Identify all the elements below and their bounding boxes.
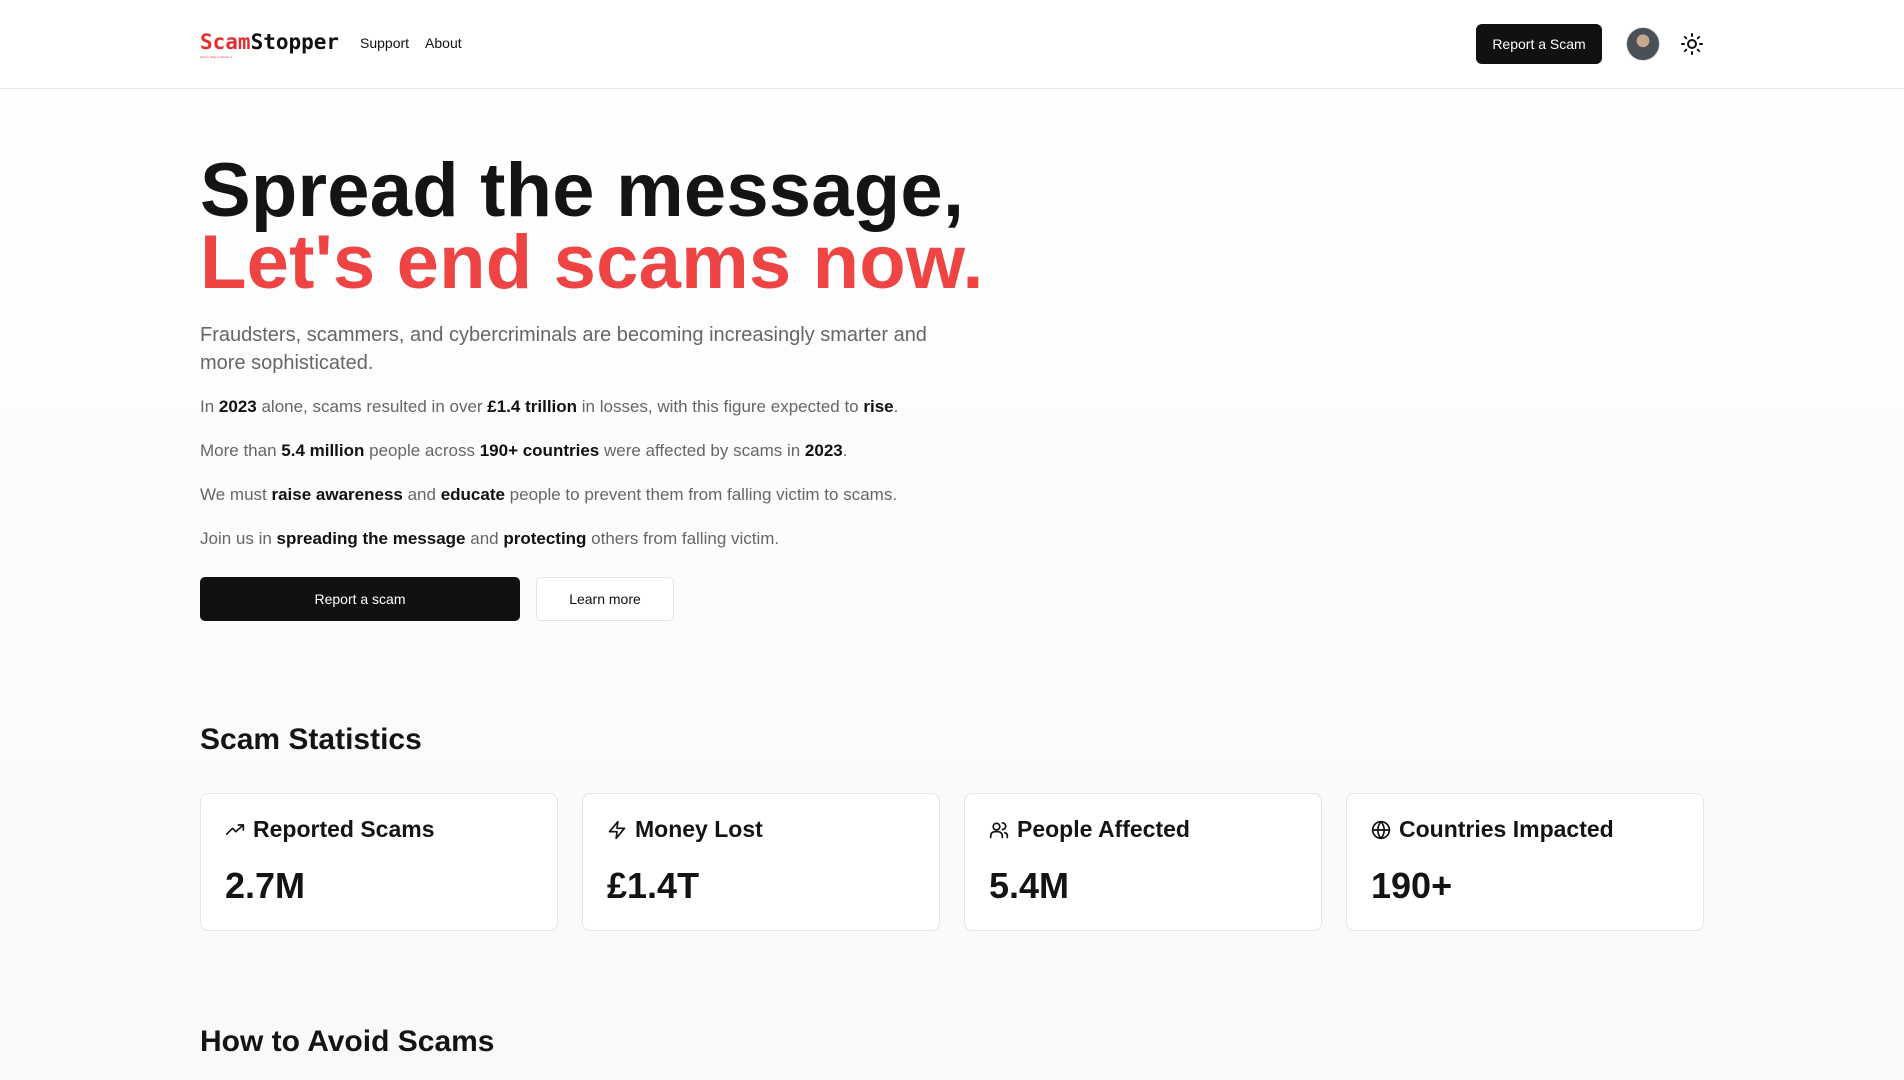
globe-icon (1371, 820, 1391, 839)
hero-paragraph-affected: More than 5.4 million people across 190+… (200, 441, 848, 460)
logo[interactable]: Scam Stopper (200, 30, 339, 54)
stat-card-countries: Countries Impacted 190+ (1346, 793, 1704, 931)
stat-card-money: Money Lost £1.4T (582, 793, 940, 931)
logo-scam-text: Scam (200, 30, 251, 54)
stat-value: £1.4T (607, 865, 700, 906)
header: Scam Stopper Spot it. Stop it. Report it.… (0, 0, 1904, 89)
stats-title: Scam Statistics (200, 723, 422, 756)
stat-label: Reported Scams (253, 816, 435, 842)
stat-value: 2.7M (225, 865, 306, 906)
hero-paragraph-losses: In 2023 alone, scams resulted in over £1… (200, 397, 899, 416)
nav-support-link[interactable]: Support (360, 35, 409, 51)
hero-title: Spread the message, Let's end scams now. (200, 148, 1000, 305)
hero-title-line2: Let's end scams now. (200, 220, 984, 305)
users-icon (989, 821, 1009, 838)
trending-up-icon (225, 823, 245, 835)
stat-card-people: People Affected 5.4M (964, 793, 1322, 931)
sun-icon[interactable] (1680, 32, 1704, 56)
stats-grid: Reported Scams 2.7M Money Lost £1.4T Peo… (200, 793, 1704, 931)
stat-value: 5.4M (989, 865, 1070, 906)
avoid-scams-title: How to Avoid Scams (200, 1025, 495, 1058)
stat-label: People Affected (1017, 816, 1190, 842)
report-scam-button[interactable]: Report a scam (200, 577, 520, 621)
hero-section: Spread the message, Let's end scams now.… (200, 148, 1000, 621)
logo-tagline: Spot it. Stop it. Report it. (200, 55, 233, 59)
hero-title-line1: Spread the message, (200, 148, 965, 233)
main-nav: Support About (360, 35, 462, 51)
user-avatar[interactable] (1626, 27, 1660, 61)
stat-label: Countries Impacted (1399, 816, 1614, 842)
hero-paragraph-awareness: We must raise awareness and educate peop… (200, 485, 898, 504)
nav-about-link[interactable]: About (425, 35, 462, 51)
stat-value: 190+ (1371, 865, 1453, 906)
learn-more-button[interactable]: Learn more (536, 577, 674, 621)
hero-buttons: Report a scam Learn more (200, 577, 1000, 621)
logo-stopper-text: Stopper (250, 30, 340, 54)
stat-card-reported: Reported Scams 2.7M (200, 793, 558, 931)
page: Scam Stopper Spot it. Stop it. Report it.… (0, 0, 1904, 1080)
stat-label: Money Lost (635, 816, 763, 842)
hero-paragraph-join: Join us in spreading the message and pro… (200, 529, 780, 548)
hero-lead: Fraudsters, scammers, and cybercriminals… (200, 324, 927, 374)
report-scam-header-button[interactable]: Report a Scam (1476, 24, 1602, 64)
zap-icon (608, 820, 626, 839)
